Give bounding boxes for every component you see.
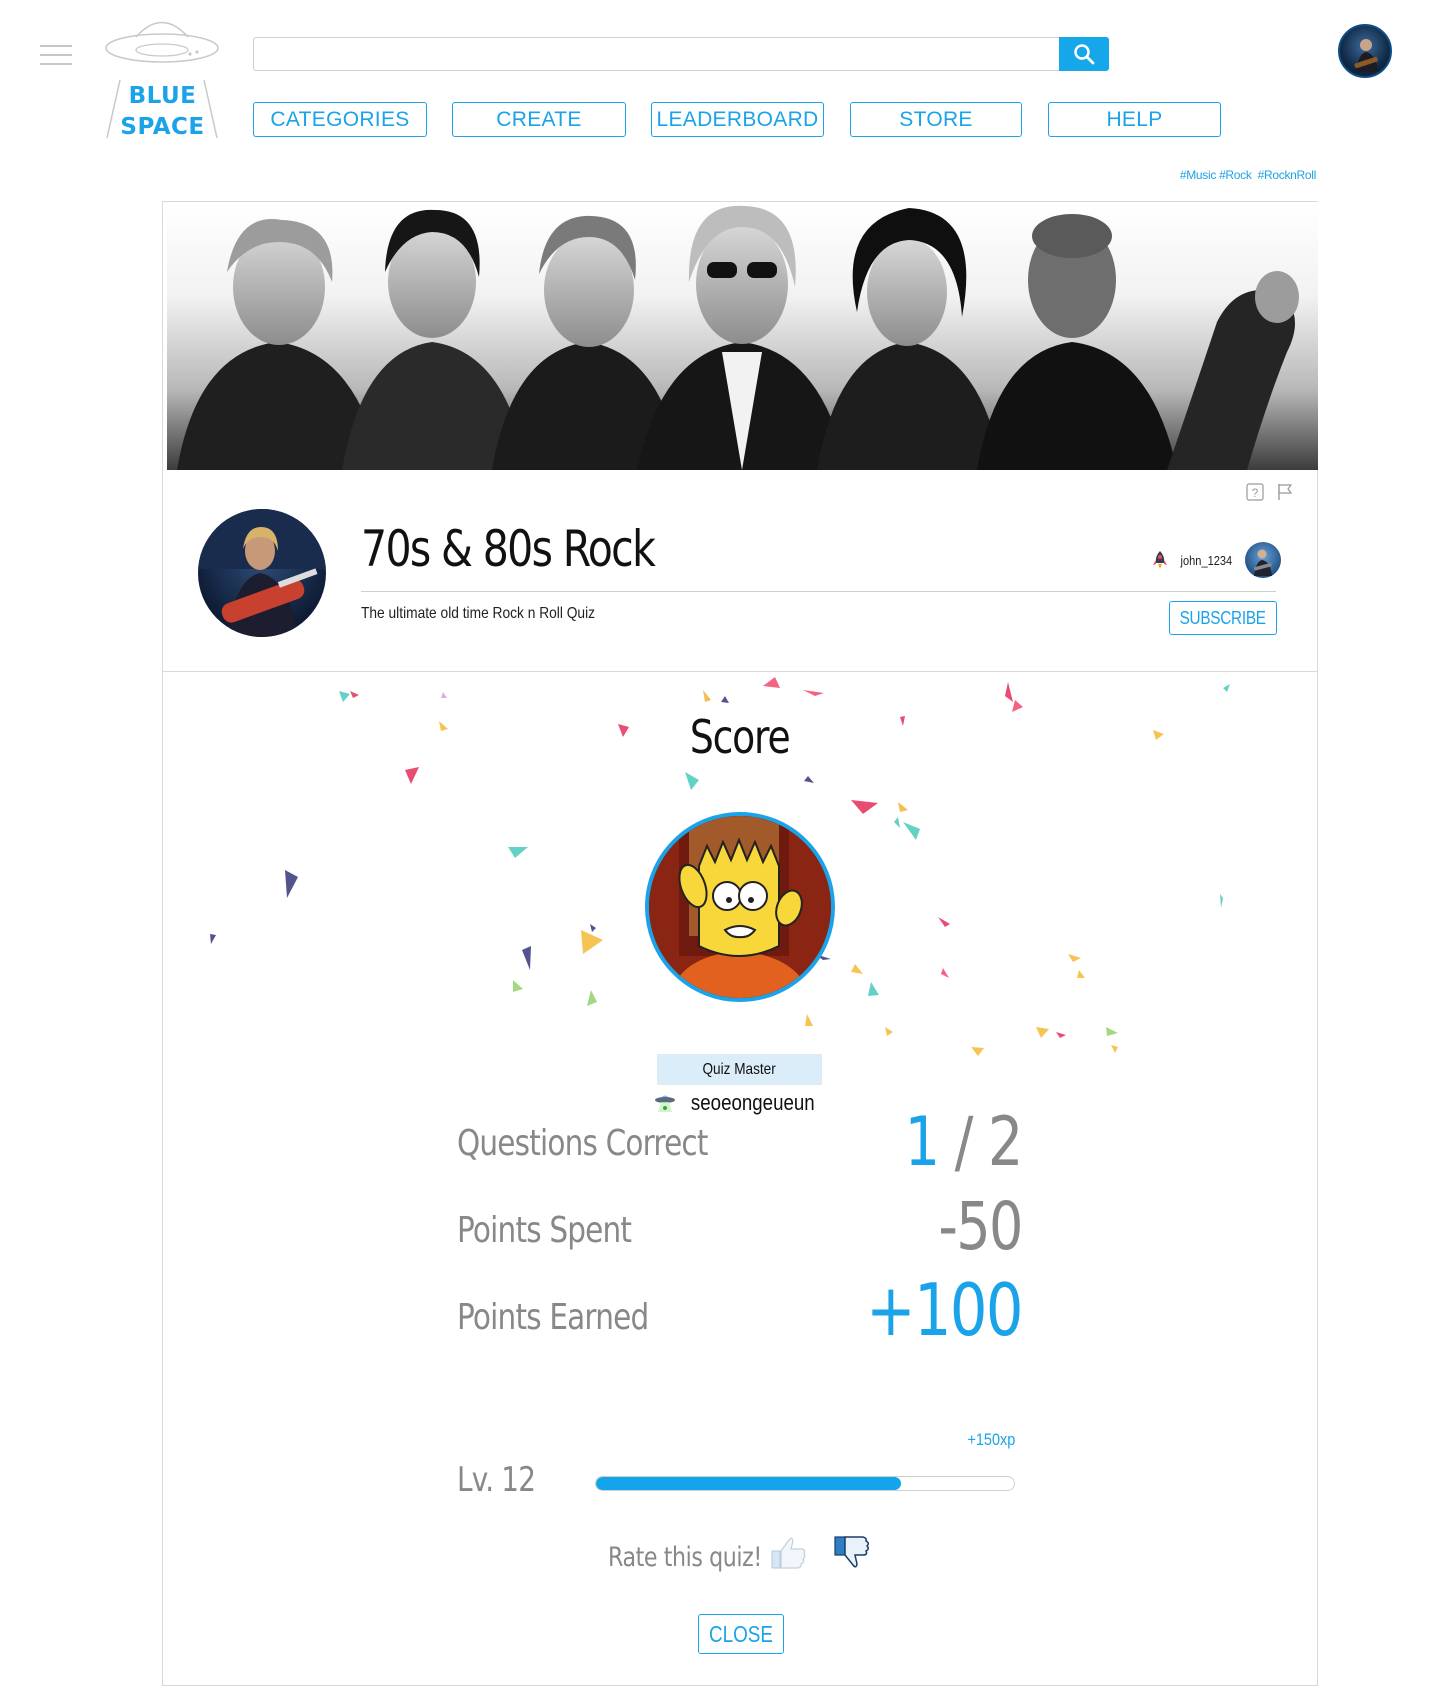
- flag-icon[interactable]: [1275, 482, 1295, 502]
- title-divider: [361, 591, 1276, 592]
- search-bar: [253, 37, 1109, 71]
- avatar-image: [1354, 39, 1378, 72]
- hamburger-menu-icon[interactable]: [40, 45, 72, 65]
- subscribe-button[interactable]: SUBSCRIBE: [1169, 601, 1277, 635]
- rocket-icon: [1153, 551, 1168, 569]
- correct-separator: /: [938, 1103, 989, 1182]
- nav-categories-button[interactable]: CATEGORIES: [253, 102, 427, 137]
- close-label: CLOSE: [709, 1620, 773, 1647]
- logo-text-line1: BLUE: [128, 83, 197, 109]
- subscribe-label: SUBSCRIBE: [1179, 607, 1267, 628]
- points-spent-label: Points Spent: [457, 1210, 632, 1251]
- thumbs-down-icon[interactable]: [833, 1534, 873, 1572]
- score-heading-text: Score: [690, 710, 791, 764]
- search-button[interactable]: [1059, 37, 1109, 71]
- author-name: john_1234: [1180, 552, 1233, 568]
- nav-leaderboard-button[interactable]: LEADERBOARD: [651, 102, 824, 137]
- points-earned-value: +100: [866, 1268, 1023, 1352]
- close-button[interactable]: CLOSE: [698, 1614, 784, 1654]
- svg-text:?: ?: [1252, 486, 1259, 500]
- questions-correct-value: 1 / 2: [905, 1103, 1024, 1182]
- points-earned-label: Points Earned: [457, 1297, 649, 1338]
- search-icon: [1074, 44, 1095, 65]
- hashtag-link[interactable]: #Rock: [1219, 168, 1252, 182]
- quiz-banner-image: [167, 202, 1318, 470]
- quiz-thumbnail-image: [198, 509, 326, 637]
- hashtag-list: #Music #Rock #RocknRoll: [1177, 168, 1316, 182]
- correct-count: 1: [905, 1103, 940, 1182]
- logo-text-line2: SPACE: [120, 114, 205, 140]
- question-icon[interactable]: ?: [1245, 482, 1265, 502]
- player-rank-badge: Quiz Master: [657, 1054, 822, 1085]
- nav-store-button[interactable]: STORE: [850, 102, 1022, 137]
- nav-help-button[interactable]: HELP: [1048, 102, 1221, 137]
- quiz-thumbnail: [198, 509, 326, 637]
- thumbs-up-icon[interactable]: [769, 1534, 809, 1572]
- points-spent-value: -50: [938, 1188, 1024, 1265]
- search-input[interactable]: [254, 38, 1044, 70]
- player-rank-label: Quiz Master: [702, 1060, 777, 1078]
- xp-progress-fill: [596, 1477, 902, 1490]
- player-name: seoeongeueun: [691, 1090, 815, 1115]
- player-avatar-image: [649, 816, 831, 998]
- band-photo: [177, 205, 1299, 470]
- user-avatar[interactable]: [1338, 24, 1392, 78]
- rate-quiz-label: Rate this quiz!: [608, 1542, 762, 1573]
- questions-correct-label: Questions Correct: [457, 1123, 708, 1164]
- logo[interactable]: BLUE SPACE: [100, 10, 225, 145]
- hashtag-link[interactable]: #Music: [1180, 168, 1217, 182]
- player-name-row: seoeongeueun: [163, 1090, 1317, 1116]
- quiz-subtitle: The ultimate old time Rock n Roll Quiz: [361, 605, 596, 622]
- total-count: 2: [988, 1103, 1023, 1182]
- player-avatar: [645, 812, 835, 1002]
- quiz-card: ? 70s & 80s Rock The ultimate old time R…: [162, 201, 1318, 1686]
- level-label: Lv. 12: [457, 1460, 536, 1500]
- ufo-icon: [655, 1095, 676, 1112]
- score-heading: Score: [163, 710, 1317, 764]
- hashtag-link[interactable]: #RocknRoll: [1258, 168, 1317, 182]
- author-avatar[interactable]: [1245, 542, 1281, 578]
- author-avatar-image: [1254, 549, 1272, 576]
- quiz-author[interactable]: john_1234: [1152, 542, 1281, 578]
- xp-gain: +150xp: [967, 1430, 1015, 1449]
- quiz-title: 70s & 80s Rock: [361, 520, 656, 578]
- xp-progress-bar: [595, 1476, 1015, 1491]
- nav-create-button[interactable]: CREATE: [452, 102, 626, 137]
